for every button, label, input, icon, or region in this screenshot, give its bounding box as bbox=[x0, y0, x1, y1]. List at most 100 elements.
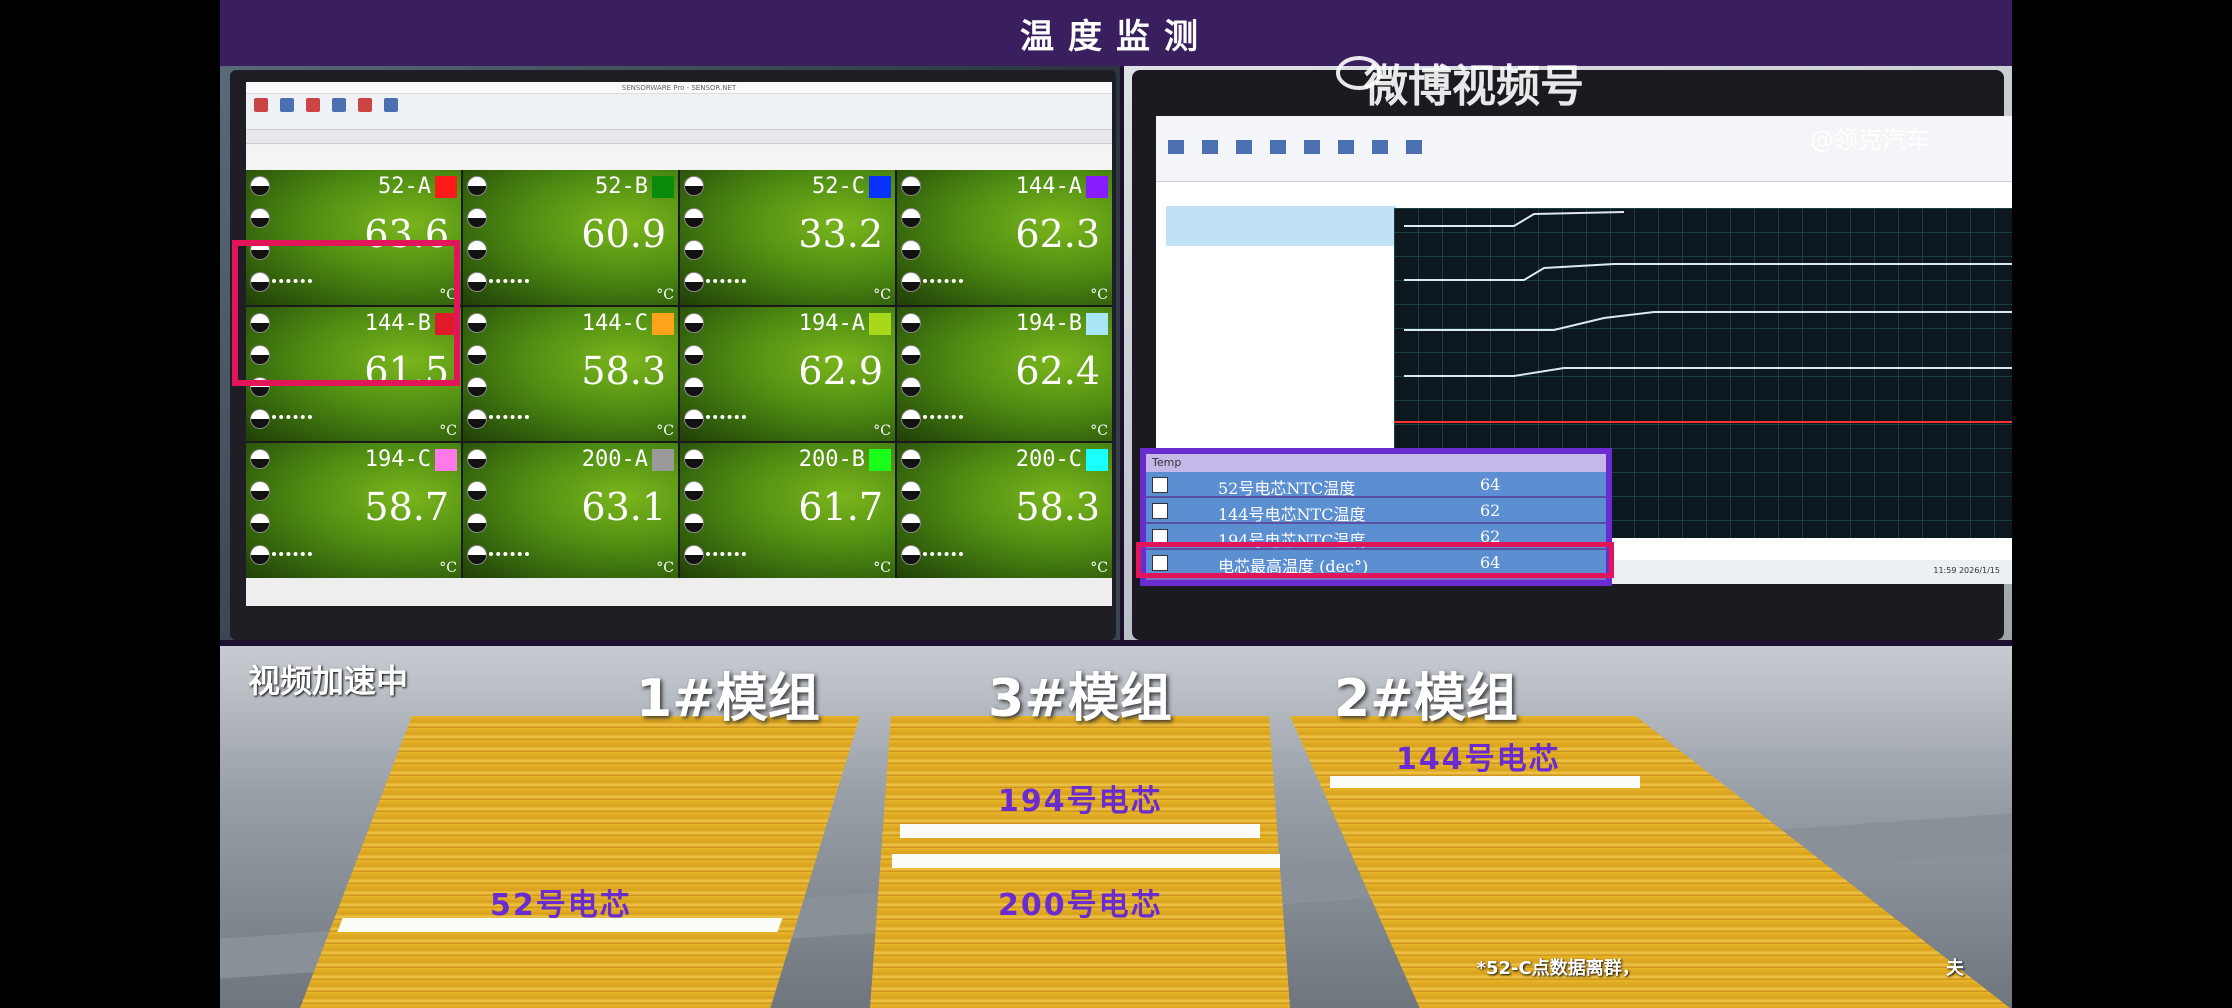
channel-temperature: 62.3 bbox=[1015, 212, 1100, 256]
channel-temperature: 62.4 bbox=[1015, 348, 1100, 393]
channel-color-swatch bbox=[869, 449, 891, 472]
channel-name: 52-B bbox=[595, 174, 648, 199]
channel-cell[interactable]: 52-B 60.9 °C bbox=[463, 170, 678, 305]
status-dots bbox=[684, 449, 706, 577]
cell-marker-194 bbox=[900, 824, 1260, 838]
module-label-1: 1#模组 bbox=[636, 669, 820, 729]
status-dots bbox=[467, 312, 489, 441]
channel-temperature: 62.9 bbox=[798, 348, 883, 393]
speed-up-label: 视频加速中 bbox=[248, 662, 409, 700]
cell-label-144: 144号电芯 bbox=[1396, 742, 1561, 777]
channel-temperature: 63.1 bbox=[581, 485, 666, 530]
letterbox-right bbox=[2012, 0, 2232, 1008]
channel-temperature: 60.9 bbox=[581, 212, 666, 256]
channel-cell[interactable]: 144-C 58.3 °C bbox=[463, 306, 678, 442]
channel-name: 194-B bbox=[1015, 310, 1082, 336]
toolbar-icon[interactable] bbox=[332, 98, 346, 112]
dotted-indicator bbox=[489, 552, 529, 556]
channel-cell[interactable]: 200-A 63.1 °C bbox=[463, 443, 678, 578]
status-dots bbox=[250, 449, 272, 577]
channel-cell[interactable]: 200-C 58.3 °C bbox=[897, 443, 1112, 578]
temp-signal-row[interactable]: 144号电芯NTC温度 62 bbox=[1146, 498, 1606, 524]
channel-cell[interactable]: 144-A 62.3 °C bbox=[897, 170, 1112, 305]
channel-color-swatch bbox=[652, 312, 674, 335]
channel-color-swatch bbox=[652, 449, 674, 472]
toolbar-icon[interactable] bbox=[1304, 140, 1320, 154]
channel-cell[interactable]: 52-C 33.2 °C bbox=[680, 170, 895, 305]
temp-signal-row[interactable]: 52号电芯NTC温度 64 bbox=[1146, 472, 1606, 498]
title-band: 温度监测 bbox=[220, 0, 2012, 66]
cell-label-52: 52号电芯 bbox=[490, 888, 632, 923]
row-checkbox[interactable] bbox=[1152, 503, 1168, 519]
channel-cell[interactable]: 194-B 62.4 °C bbox=[897, 306, 1112, 442]
toolbar-icon[interactable] bbox=[1372, 140, 1388, 154]
dotted-indicator bbox=[489, 415, 529, 420]
channel-name: 200-C bbox=[1015, 447, 1082, 473]
cell-marker-200 bbox=[892, 854, 1280, 868]
temperature-unit: °C bbox=[1090, 560, 1108, 576]
temperature-unit: °C bbox=[1090, 423, 1108, 440]
channel-name: 144-C bbox=[581, 310, 648, 336]
left-laptop-panel: SENSORWARE Pro - SENSOR.NET 52-A 63.6 °C 52… bbox=[220, 66, 1120, 640]
status-dots bbox=[684, 312, 706, 441]
channel-name: 200-B bbox=[798, 447, 865, 473]
temperature-unit: °C bbox=[873, 286, 891, 303]
signal-label: 52号电芯NTC温度 bbox=[1218, 479, 1356, 498]
module-label-2: 2#模组 bbox=[1334, 669, 1518, 729]
channel-temperature: 58.3 bbox=[581, 348, 666, 393]
footnote-text: *52-C点数据离群， bbox=[1476, 958, 1640, 979]
status-dots bbox=[684, 176, 706, 304]
channel-cell[interactable]: 200-B 61.7 °C bbox=[680, 443, 895, 578]
toolbar-icon[interactable] bbox=[384, 98, 398, 112]
ribbon-toolbar[interactable] bbox=[246, 94, 1112, 130]
channel-name: 194-A bbox=[798, 310, 865, 336]
battery-module-photo: 视频加速中 1#模组 3#模组 2#模组 194号电芯 144号电芯 52号电芯… bbox=[220, 646, 2012, 1008]
toolbar-icon[interactable] bbox=[280, 98, 294, 112]
channel-name: 144-A bbox=[1015, 174, 1082, 199]
channel-temperature: 58.3 bbox=[1015, 485, 1100, 530]
channel-color-swatch bbox=[869, 176, 891, 198]
channel-name: 194-C bbox=[364, 447, 431, 473]
temperature-unit: °C bbox=[656, 560, 674, 576]
toolbar-icon[interactable] bbox=[306, 98, 320, 112]
temperature-unit: °C bbox=[439, 423, 457, 440]
watermark-brand: 微博视频号 bbox=[1364, 61, 1584, 112]
channel-name: 52-C bbox=[812, 174, 865, 199]
channel-name: 52-A bbox=[378, 174, 431, 199]
taskbar-time: 11:59 bbox=[1933, 566, 1957, 575]
row-checkbox[interactable] bbox=[1152, 477, 1168, 493]
toolbar-icon[interactable] bbox=[1168, 140, 1184, 154]
temperature-unit: °C bbox=[873, 423, 891, 440]
dotted-indicator bbox=[272, 415, 312, 420]
status-dots bbox=[467, 176, 489, 304]
temperature-unit: °C bbox=[439, 560, 457, 576]
temperature-unit: °C bbox=[656, 286, 674, 303]
channel-cell[interactable]: 194-C 58.7 °C bbox=[246, 443, 461, 578]
toolbar-icon[interactable] bbox=[1270, 140, 1286, 154]
cell-label-200: 200号电芯 bbox=[998, 888, 1163, 923]
dotted-indicator bbox=[489, 278, 529, 283]
dotted-indicator bbox=[706, 415, 746, 420]
toolbar-icon[interactable] bbox=[1202, 140, 1218, 154]
channel-temperature: 61.7 bbox=[798, 485, 883, 530]
toolbar-icon[interactable] bbox=[254, 98, 268, 112]
toolbar-icon[interactable] bbox=[1338, 140, 1354, 154]
channel-name: 200-A bbox=[581, 447, 648, 473]
status-dots bbox=[901, 176, 923, 304]
secondary-toolbar[interactable] bbox=[246, 130, 1112, 144]
watermark-handle: @领克汽车 bbox=[1810, 126, 1930, 154]
signal-value: 64 bbox=[1480, 475, 1501, 494]
window-title: SENSORWARE Pro - SENSOR.NET bbox=[246, 82, 1112, 94]
toolbar-icon[interactable] bbox=[1406, 140, 1422, 154]
channel-temperature: 58.7 bbox=[364, 485, 449, 530]
temperature-unit: °C bbox=[1090, 286, 1108, 303]
dotted-indicator bbox=[706, 278, 746, 283]
channel-color-swatch bbox=[1086, 312, 1108, 335]
channel-cell[interactable]: 194-A 62.9 °C bbox=[680, 306, 895, 442]
module-label-3: 3#模组 bbox=[988, 669, 1172, 729]
signal-list[interactable] bbox=[1166, 206, 1396, 246]
taskbar-date: 2026/1/15 bbox=[1958, 566, 2000, 575]
highlight-box-max-temp bbox=[1136, 542, 1614, 578]
toolbar-icon[interactable] bbox=[1236, 140, 1252, 154]
toolbar-icon[interactable] bbox=[358, 98, 372, 112]
